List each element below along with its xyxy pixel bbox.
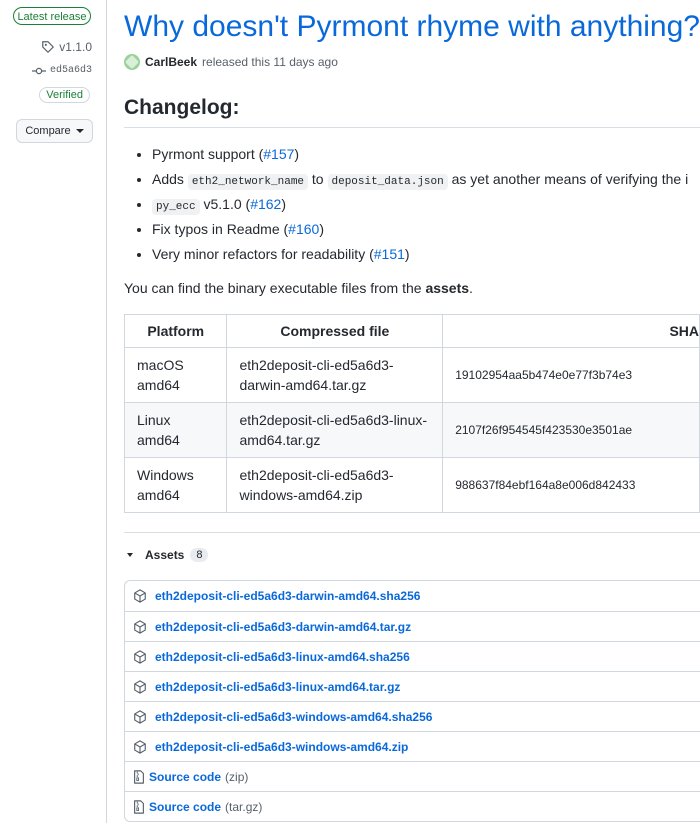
commit-sha: ed5a6d3: [49, 65, 92, 76]
release-author-row: CarlBeek released this 11 days ago: [124, 54, 338, 70]
asset-row[interactable]: eth2deposit-cli-ed5a6d3-linux-amd64.sha2…: [125, 641, 700, 671]
assets-divider: [124, 532, 700, 533]
asset-row[interactable]: eth2deposit-cli-ed5a6d3-darwin-amd64.tar…: [125, 611, 700, 641]
list-item: Pyrmont support (#157): [152, 142, 688, 167]
item-text: v5.1.0 (: [199, 196, 251, 212]
source-format: (tar.gz): [225, 799, 263, 814]
item-text: Adds: [152, 171, 188, 187]
assets-count: 8: [190, 548, 209, 562]
item-suffix: ): [281, 196, 287, 212]
item-text: Pyrmont support (: [152, 146, 264, 162]
commit-link[interactable]: ed5a6d3: [31, 65, 92, 76]
release-sidebar: Latest release v1.1.0 ed5a6d3 Verified C…: [0, 0, 107, 823]
item-suffix: ): [404, 246, 410, 262]
package-icon: [133, 679, 147, 694]
package-icon: [133, 619, 147, 634]
item-text: Very minor refactors for readability (: [152, 246, 374, 262]
item-suffix: ): [319, 221, 324, 237]
changelog-heading: Changelog:: [124, 96, 240, 119]
package-icon: [133, 589, 147, 603]
compare-label: Compare: [25, 125, 71, 137]
assets-title: Assets: [145, 548, 185, 562]
item-text: to: [308, 171, 328, 187]
asset-link[interactable]: eth2deposit-cli-ed5a6d3-linux-amd64.tar.…: [155, 680, 400, 694]
asset-link[interactable]: eth2deposit-cli-ed5a6d3-windows-amd64.sh…: [155, 710, 432, 724]
pr-link[interactable]: #160: [288, 221, 319, 237]
cell-sha: 988637f84ebf164a8e006d842433: [442, 457, 700, 513]
file-zip-icon: [133, 769, 145, 784]
asset-row[interactable]: eth2deposit-cli-ed5a6d3-linux-amd64.tar.…: [125, 671, 700, 701]
paragraph-text: You can find the binary executable files…: [124, 280, 426, 296]
cell-platform: Linux amd64: [123, 402, 228, 458]
item-text: Fix typos in Readme (: [152, 221, 289, 237]
inline-code: deposit_data.json: [327, 174, 448, 190]
table-row: Linux amd64 eth2deposit-cli-ed5a6d3-linu…: [123, 402, 700, 458]
cell-platform: Windows amd64: [123, 457, 228, 513]
caret-down-icon: [75, 129, 84, 134]
release-main: Why doesn't Pyrmont rhyme with anything?…: [123, 0, 700, 823]
assets-list: eth2deposit-cli-ed5a6d3-darwin-amd64.sha…: [124, 580, 700, 822]
verified-badge[interactable]: Verified: [39, 87, 90, 103]
pr-link[interactable]: #162: [250, 196, 281, 212]
tag-icon: [41, 40, 55, 54]
header-platform: Platform: [123, 314, 228, 348]
item-suffix: ): [294, 146, 300, 162]
header-sha: SHA: [442, 314, 700, 348]
inline-code: py_ecc: [152, 199, 200, 215]
table-row: Windows amd64 eth2deposit-cli-ed5a6d3-wi…: [123, 457, 700, 513]
latest-release-badge: Latest release: [13, 7, 91, 25]
released-text: released this 11 days ago: [202, 55, 338, 69]
table-header-row: Platform Compressed file SHA: [123, 314, 700, 348]
asset-row[interactable]: eth2deposit-cli-ed5a6d3-windows-amd64.zi…: [125, 731, 700, 761]
cell-platform: macOS amd64: [123, 347, 228, 403]
cell-sha: 19102954aa5b474e0e77f3b74e3: [442, 347, 700, 403]
tag-label: v1.1.0: [59, 40, 92, 54]
compare-button[interactable]: Compare: [16, 119, 93, 143]
source-code-link[interactable]: Source code: [149, 800, 221, 814]
inline-code: eth2_network_name: [187, 174, 309, 190]
package-icon: [133, 649, 147, 664]
package-icon: [133, 739, 147, 754]
changelog-list: Pyrmont support (#157) Adds eth2_network…: [132, 142, 688, 267]
asset-row[interactable]: Source code (tar.gz): [125, 791, 700, 821]
list-item: py_ecc v5.1.0 (#162): [152, 192, 688, 217]
pr-link[interactable]: #157: [263, 146, 294, 162]
paragraph-text: .: [469, 280, 473, 296]
paragraph-bold: assets: [425, 280, 470, 296]
list-item: Very minor refactors for readability (#1…: [152, 242, 688, 267]
avatar[interactable]: [124, 54, 140, 70]
package-icon: [133, 709, 147, 724]
header-compressed-file: Compressed file: [226, 314, 444, 348]
heading-divider: [124, 127, 700, 128]
cell-sha: 2107f26f954545f423530e3501ae: [442, 402, 700, 458]
asset-link[interactable]: eth2deposit-cli-ed5a6d3-darwin-amd64.tar…: [155, 620, 411, 634]
asset-link[interactable]: eth2deposit-cli-ed5a6d3-darwin-amd64.sha…: [155, 589, 420, 603]
list-item: Adds eth2_network_name to deposit_data.j…: [152, 167, 688, 192]
cell-file: eth2deposit-cli-ed5a6d3-linux-amd64.tar.…: [226, 402, 444, 458]
cell-file: eth2deposit-cli-ed5a6d3-windows-amd64.zi…: [226, 457, 444, 513]
source-code-link[interactable]: Source code: [149, 770, 221, 784]
assets-toggle[interactable]: Assets 8: [127, 548, 209, 562]
release-title[interactable]: Why doesn't Pyrmont rhyme with anything?: [124, 10, 700, 44]
source-format: (zip): [225, 769, 249, 784]
asset-link[interactable]: eth2deposit-cli-ed5a6d3-windows-amd64.zi…: [155, 740, 408, 754]
tag-link[interactable]: v1.1.0: [41, 40, 92, 54]
asset-row[interactable]: eth2deposit-cli-ed5a6d3-darwin-amd64.sha…: [125, 581, 700, 611]
triangle-down-icon: [127, 553, 133, 557]
item-text: as yet another means of verifying the i: [447, 171, 689, 187]
pr-link[interactable]: #151: [374, 246, 405, 262]
commit-icon: [31, 66, 46, 76]
binaries-paragraph: You can find the binary executable files…: [124, 280, 473, 296]
asset-row[interactable]: Source code (zip): [125, 761, 700, 791]
asset-link[interactable]: eth2deposit-cli-ed5a6d3-linux-amd64.sha2…: [155, 650, 410, 664]
list-item: Fix typos in Readme (#160): [152, 217, 688, 242]
table-row: macOS amd64 eth2deposit-cli-ed5a6d3-darw…: [123, 347, 700, 403]
file-zip-icon: [133, 799, 145, 814]
binaries-table: Platform Compressed file SHA macOS amd64…: [123, 314, 700, 513]
asset-row[interactable]: eth2deposit-cli-ed5a6d3-windows-amd64.sh…: [125, 701, 700, 731]
cell-file: eth2deposit-cli-ed5a6d3-darwin-amd64.tar…: [226, 347, 444, 403]
author-link[interactable]: CarlBeek: [145, 55, 197, 69]
